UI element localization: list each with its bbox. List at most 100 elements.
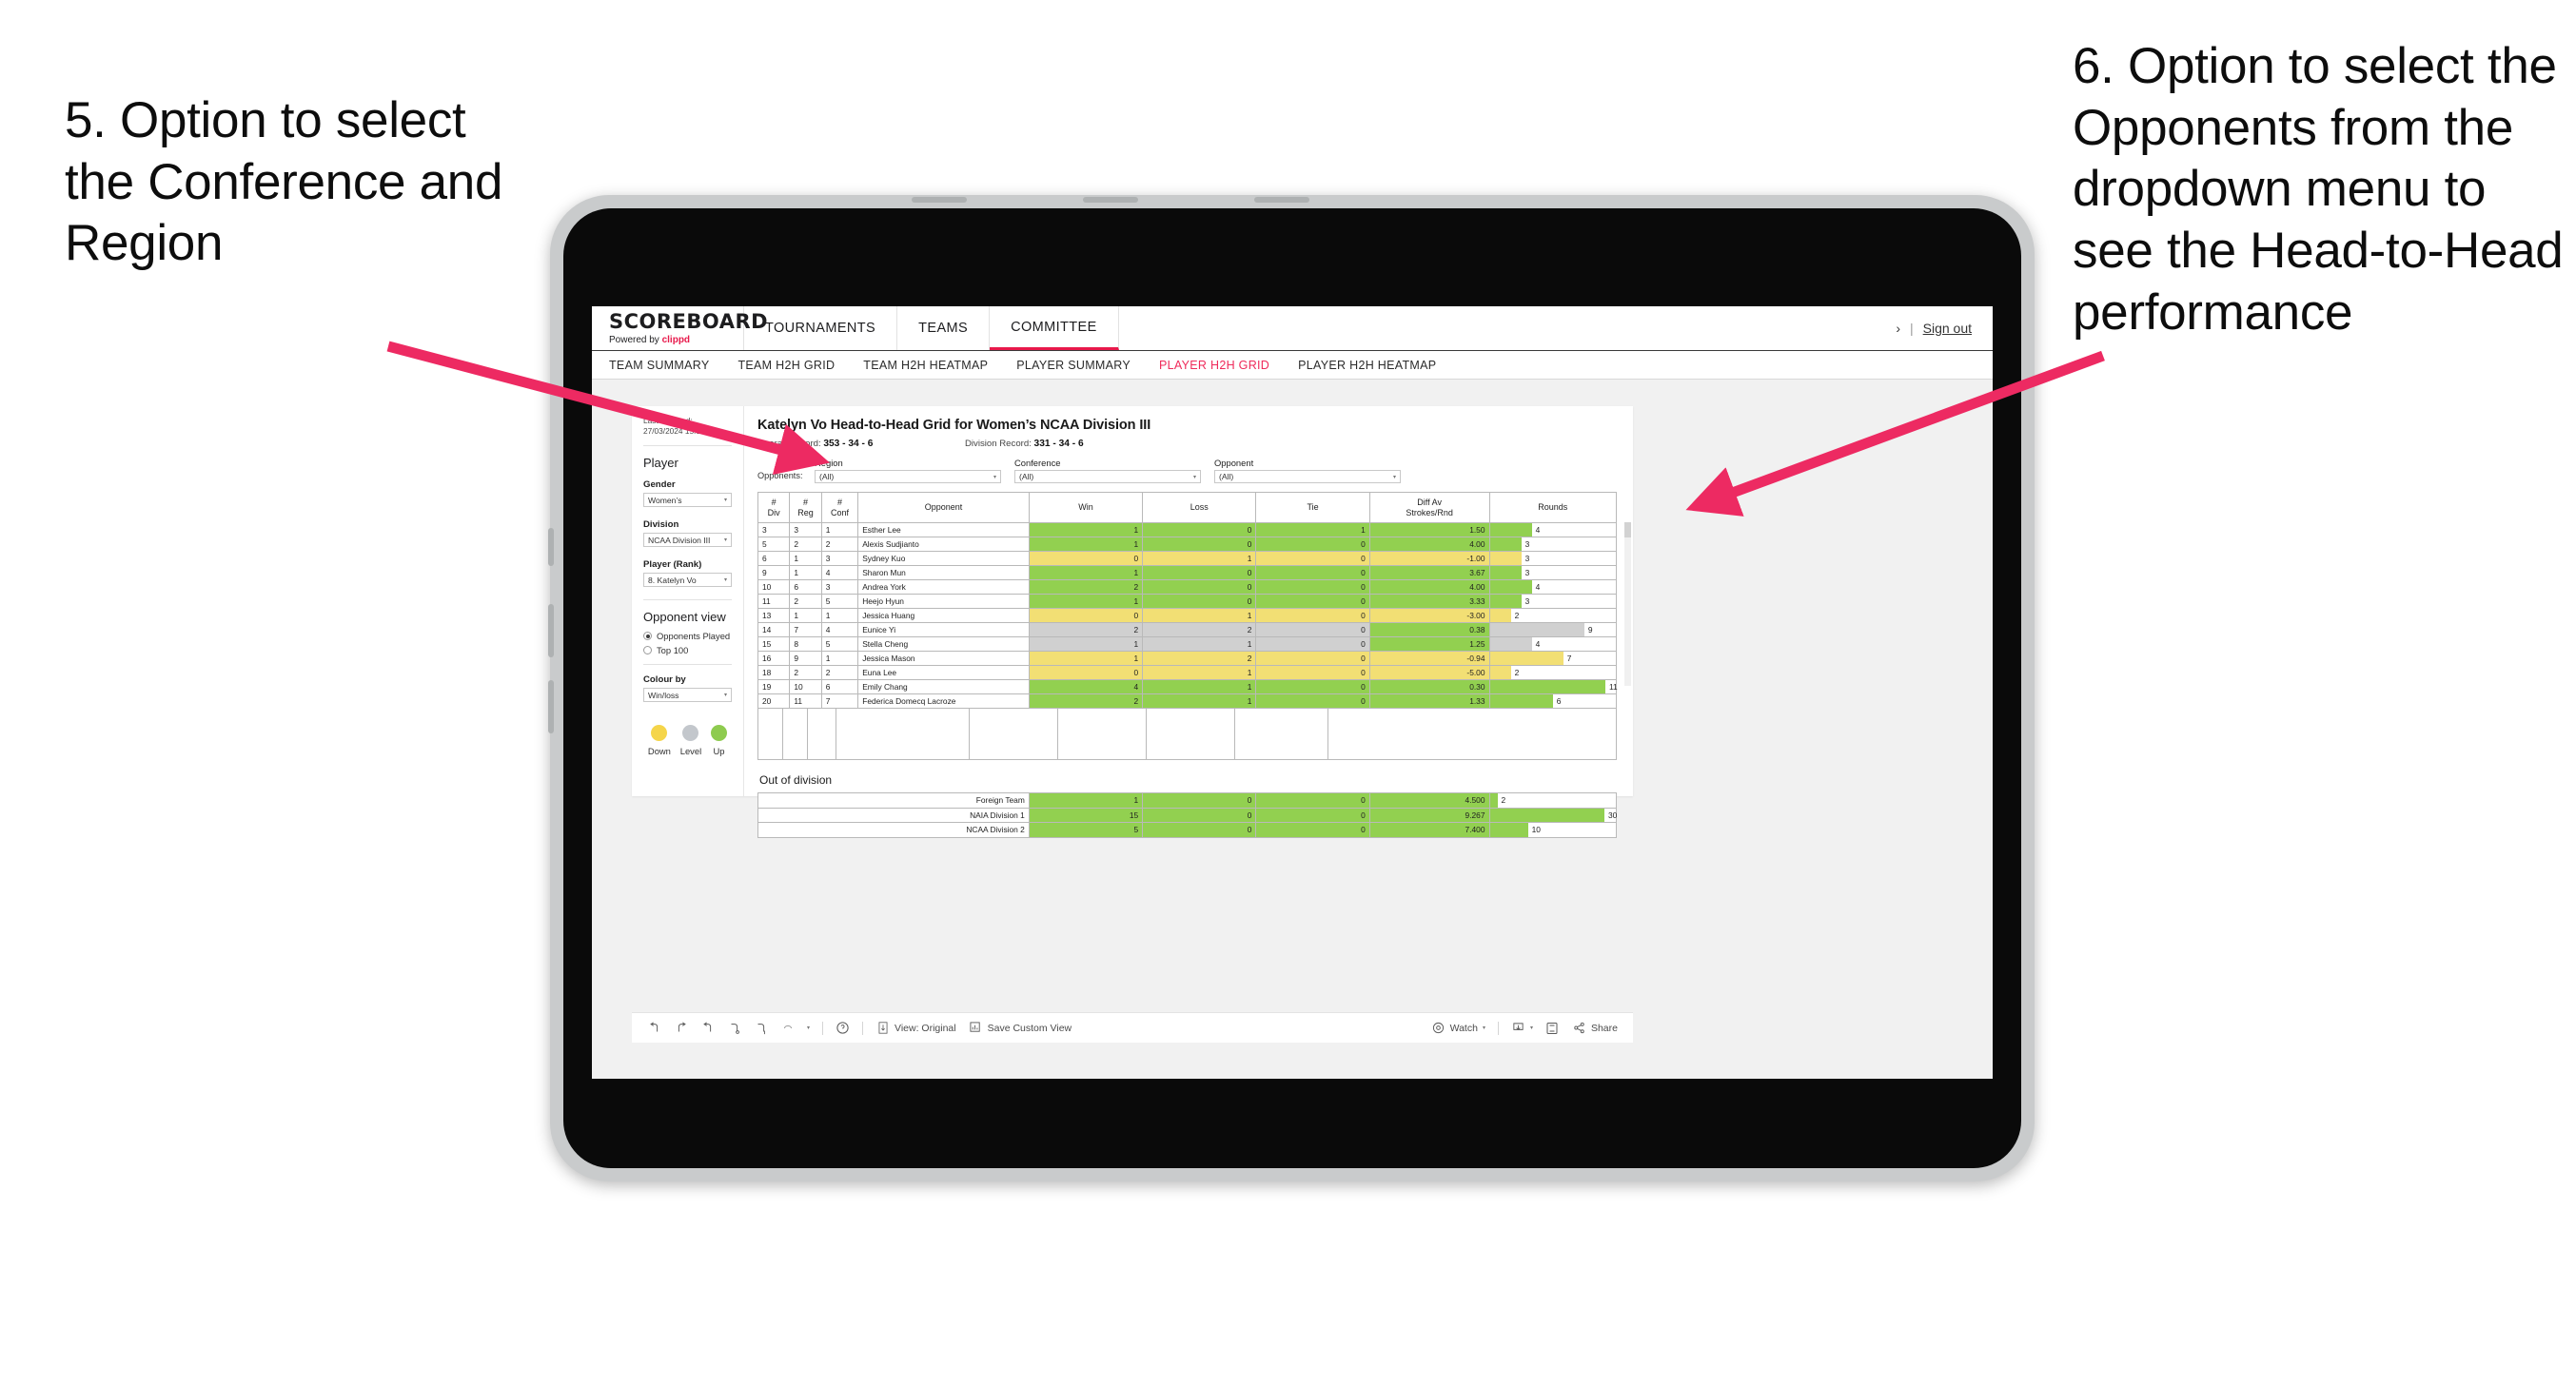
share-button[interactable]: Share — [1572, 1021, 1618, 1035]
column-header-rounds[interactable]: Rounds — [1488, 492, 1617, 523]
rounds-value: 2 — [1501, 795, 1506, 806]
out-of-division-title: Out of division — [759, 773, 833, 787]
column-header-loss[interactable]: Loss — [1142, 492, 1257, 523]
radio-top-100[interactable]: Top 100 — [643, 645, 732, 655]
table-cell: 0 — [1255, 608, 1370, 623]
h2h-table-head: # Div # Reg # Conf Opponent Win Loss Tie Diff Av St… — [757, 492, 1617, 523]
table-row[interactable]: 9 1 4 Sharon Mun 1 0 0 3.67 3 — [757, 565, 1617, 580]
column-header--div[interactable]: # Div — [757, 492, 791, 523]
opponent-select[interactable]: (All) ▾ — [1214, 470, 1401, 483]
player-rank-select[interactable]: 8. Katelyn Vo ▾ — [643, 573, 732, 588]
share-icon — [1572, 1021, 1586, 1035]
table-row[interactable]: 3 3 1 Esther Lee 1 0 1 1.50 4 — [757, 522, 1617, 537]
save-view-icon — [969, 1021, 983, 1035]
table-cell: 11 — [789, 693, 822, 709]
pan-icon[interactable] — [780, 1021, 795, 1035]
out-of-division-row[interactable]: NCAA Division 2 5 0 0 7.400 10 — [757, 822, 1617, 838]
region-select[interactable]: (All) ▾ — [815, 470, 1001, 483]
table-row[interactable]: 11 2 5 Heejo Hyun 1 0 0 3.33 3 — [757, 594, 1617, 609]
table-row[interactable]: 14 7 4 Eunice Yi 2 2 0 0.38 9 — [757, 622, 1617, 637]
sign-out-link[interactable]: Sign out — [1923, 321, 1972, 336]
legend-item-level: Level — [680, 725, 701, 756]
table-vertical-scrollbar[interactable] — [1624, 522, 1631, 686]
pause-auto-update-icon[interactable] — [754, 1021, 768, 1035]
colour-by-select[interactable]: Win/loss ▾ — [643, 688, 732, 703]
rounds-bar — [1489, 609, 1511, 622]
chevron-down-icon: ▾ — [993, 474, 996, 480]
column-header-diff-av-strokes-rnd[interactable]: Diff Av Strokes/Rnd — [1368, 492, 1490, 523]
subnav-item-team-h2h-heatmap[interactable]: TEAM H2H HEATMAP — [863, 359, 988, 372]
column-header-tie[interactable]: Tie — [1255, 492, 1370, 523]
subnav-item-player-h2h-heatmap[interactable]: PLAYER H2H HEATMAP — [1298, 359, 1436, 372]
brand-subtitle-clippd: clippd — [661, 334, 691, 345]
division-select[interactable]: NCAA Division III ▾ — [643, 533, 732, 548]
brand-logo[interactable]: SCOREBOARD Powered by clippd — [592, 306, 768, 350]
save-custom-view-label: Save Custom View — [987, 1022, 1072, 1034]
table-row[interactable]: 19 10 6 Emily Chang 4 1 0 0.30 11 — [757, 679, 1618, 694]
table-row[interactable]: 6 1 3 Sydney Kuo 0 1 0 -1.00 3 — [757, 551, 1617, 566]
refresh-icon[interactable] — [727, 1021, 741, 1035]
chevron-right-icon[interactable]: › — [1896, 321, 1900, 336]
watch-button[interactable]: Watch ▾ — [1431, 1021, 1485, 1035]
gender-label: Gender — [643, 479, 676, 491]
table-cell: 2 — [1028, 579, 1144, 595]
redo-icon[interactable] — [674, 1021, 688, 1035]
table-cell: -0.94 — [1368, 651, 1490, 666]
legend-label-down: Down — [647, 746, 671, 757]
rounds-bar — [1489, 694, 1553, 708]
subnav-item-player-summary[interactable]: PLAYER SUMMARY — [1016, 359, 1131, 372]
table-row[interactable]: 16 9 1 Jessica Mason 1 2 0 -0.94 7 — [757, 651, 1617, 666]
division-record-label: Division Record: — [965, 439, 1032, 449]
table-cell: Heejo Hyun — [857, 594, 1030, 609]
ood-cell: 5 — [1028, 822, 1144, 838]
fullscreen-icon[interactable] — [1545, 1021, 1560, 1035]
table-cell: 10 — [789, 679, 822, 694]
radio-opponents-played[interactable]: Opponents Played — [643, 631, 732, 641]
colour-legend: Down Level Up — [643, 725, 732, 756]
table-row[interactable]: 10 6 3 Andrea York 2 0 0 4.00 4 — [757, 579, 1617, 595]
table-cell: Jessica Huang — [857, 608, 1030, 623]
subnav-item-team-summary[interactable]: TEAM SUMMARY — [609, 359, 709, 372]
column-header-opponent[interactable]: Opponent — [857, 492, 1030, 523]
conference-select[interactable]: (All) ▾ — [1014, 470, 1201, 483]
table-cell: 1 — [1142, 608, 1257, 623]
save-custom-view-button[interactable]: Save Custom View — [969, 1021, 1072, 1035]
gender-select[interactable]: Women’s ▾ — [643, 493, 732, 508]
chevron-down-icon[interactable]: ▾ — [807, 1025, 810, 1031]
topnav-item-teams[interactable]: TEAMS — [897, 306, 991, 350]
table-cell: 6 — [789, 579, 822, 595]
revert-icon[interactable] — [700, 1021, 715, 1035]
subnav-item-team-h2h-grid[interactable]: TEAM H2H GRID — [737, 359, 835, 372]
undo-icon[interactable] — [647, 1021, 661, 1035]
column-header--conf[interactable]: # Conf — [820, 492, 859, 523]
table-row[interactable]: 18 2 2 Euna Lee 0 1 0 -5.00 2 — [757, 665, 1617, 680]
dashboard-card: Last Updated: 27/03/2024 15:38 Player Ge… — [632, 406, 1633, 838]
table-cell: 4 — [820, 622, 859, 637]
column-header--reg[interactable]: # Reg — [789, 492, 822, 523]
table-cell: 3 — [820, 551, 859, 566]
help-icon[interactable] — [836, 1021, 850, 1035]
table-cell: 6 — [820, 679, 859, 694]
out-of-division-row[interactable]: NAIA Division 1 15 0 0 9.267 30 — [757, 807, 1617, 823]
table-row[interactable]: 20 11 7 Federica Domecq Lacroze 2 1 0 1.33 6 — [757, 693, 1617, 709]
view-original-button[interactable]: View: Original — [875, 1021, 956, 1035]
topnav-item-committee[interactable]: COMMITTEE — [990, 306, 1119, 350]
table-cell: 0 — [1255, 594, 1370, 609]
subnav-item-player-h2h-grid[interactable]: PLAYER H2H GRID — [1159, 359, 1269, 372]
table-cell: 5 — [820, 636, 859, 652]
scrollbar-thumb[interactable] — [1624, 522, 1631, 537]
table-row[interactable]: 15 8 5 Stella Cheng 1 1 0 1.25 4 — [757, 636, 1617, 652]
table-cell: 0 — [1255, 622, 1370, 637]
download-button[interactable]: ▾ — [1511, 1021, 1533, 1035]
table-cell: 9 — [757, 565, 791, 580]
out-of-division-row[interactable]: Foreign Team 1 0 0 4.500 2 — [757, 792, 1617, 809]
table-row[interactable]: 13 1 1 Jessica Huang 0 1 0 -3.00 2 — [757, 608, 1617, 623]
column-header-win[interactable]: Win — [1028, 492, 1144, 523]
rounds-bar-cell: 9 — [1488, 622, 1617, 637]
rounds-bar — [1489, 580, 1532, 594]
divider — [643, 599, 732, 601]
table-cell: 0 — [1142, 594, 1257, 609]
table-cell: 0 — [1028, 551, 1144, 566]
table-row[interactable]: 5 2 2 Alexis Sudjianto 1 0 0 4.00 3 — [757, 537, 1617, 552]
filter-region: Region (All) ▾ — [815, 458, 1001, 483]
